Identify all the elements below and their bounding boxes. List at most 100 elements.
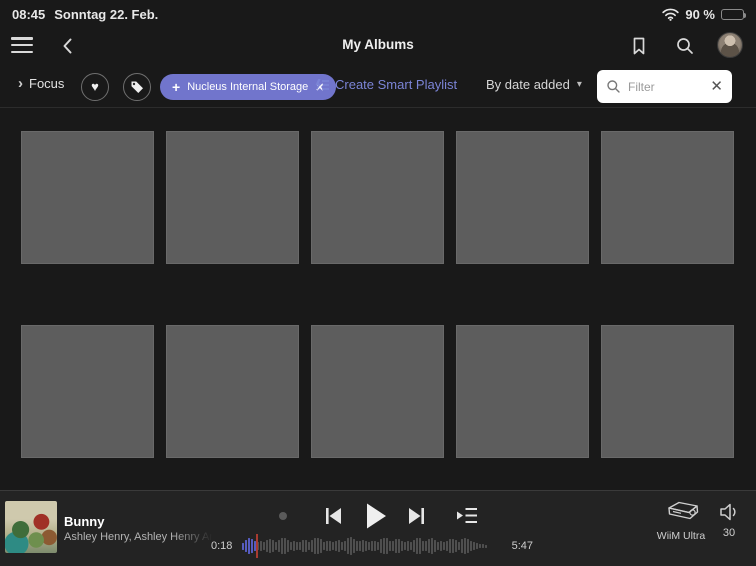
waveform-bar: [425, 541, 427, 550]
playback-mode-dot[interactable]: [279, 512, 287, 520]
filter-input[interactable]: [628, 80, 703, 94]
previous-track-icon[interactable]: [324, 506, 343, 526]
album-tile[interactable]: [311, 131, 444, 264]
album-tile[interactable]: [456, 325, 589, 458]
create-smart-playlist-button[interactable]: Create Smart Playlist: [314, 77, 457, 92]
waveform-bar: [434, 540, 436, 552]
track-title[interactable]: Bunny: [64, 514, 104, 529]
waveform-bar: [260, 541, 262, 550]
waveform-bar: [407, 541, 409, 550]
output-device-selector[interactable]: WiiM Ultra: [649, 500, 713, 542]
date: Sonntag 22. Feb.: [54, 7, 158, 22]
waveform-bar: [413, 540, 415, 552]
sort-dropdown[interactable]: By date added ▾: [486, 77, 582, 92]
album-tile[interactable]: [21, 131, 154, 264]
search-icon[interactable]: [674, 35, 696, 57]
waveform-bar: [398, 539, 400, 552]
waveform-bar: [401, 541, 403, 551]
waveform-bar: [359, 541, 361, 551]
waveform-bar: [371, 541, 373, 551]
waveform-bar: [362, 540, 364, 552]
waveform-bar: [326, 541, 328, 551]
album-tile[interactable]: [311, 325, 444, 458]
waveform-bar: [467, 539, 469, 553]
volume-control[interactable]: 30: [713, 502, 745, 539]
waveform-bar: [464, 538, 466, 555]
profile-avatar[interactable]: [717, 32, 743, 58]
sort-label: By date added: [486, 77, 570, 92]
smart-playlist-icon: [314, 78, 329, 92]
waveform-bar: [320, 539, 322, 552]
waveform-bar: [314, 538, 316, 554]
waveform-bar: [476, 543, 478, 549]
waveform-bar: [404, 542, 406, 550]
storage-filter-chip[interactable]: + Nucleus Internal Storage ✕: [160, 74, 336, 100]
focus-button[interactable]: › Focus: [18, 76, 64, 91]
next-track-icon[interactable]: [407, 506, 426, 526]
album-tile[interactable]: [601, 131, 734, 264]
waveform-bar: [317, 538, 319, 555]
bookmark-icon[interactable]: [628, 35, 650, 57]
waveform-bar: [263, 542, 265, 549]
waveform-bar: [392, 541, 394, 551]
album-tile[interactable]: [166, 131, 299, 264]
status-bar: 08:45 Sonntag 22. Feb. 90 %: [0, 0, 756, 28]
waveform-bar: [386, 538, 388, 553]
waveform-bar: [368, 542, 370, 549]
waveform-bar: [482, 544, 484, 548]
waveform-bar: [431, 538, 433, 553]
waveform-bar: [449, 539, 451, 552]
waveform-bar: [269, 539, 271, 553]
tag-icon: [130, 80, 144, 94]
track-artist[interactable]: Ashley Henry, Ashley Henry And T: [64, 531, 214, 543]
album-tile[interactable]: [21, 325, 154, 458]
waveform-bar: [248, 538, 250, 554]
waveform-bar: [473, 542, 475, 549]
waveform-bar: [443, 542, 445, 550]
output-device-icon: [661, 500, 701, 527]
waveform-seekbar[interactable]: [242, 535, 501, 557]
chevron-right-icon: ›: [18, 76, 23, 91]
waveform-bar: [266, 540, 268, 552]
clear-filter-icon[interactable]: ✕: [710, 79, 723, 94]
waveform-bar: [329, 541, 331, 552]
waveform-bar: [419, 538, 421, 553]
tags-filter-button[interactable]: [123, 73, 151, 101]
waveform-bar: [338, 540, 340, 551]
storage-chip-label: Nucleus Internal Storage: [187, 81, 308, 93]
waveform-bar: [389, 541, 391, 551]
battery-percent: 90 %: [685, 7, 715, 22]
play-icon[interactable]: [364, 502, 388, 530]
waveform-bar: [341, 542, 343, 551]
waveform-bar: [311, 540, 313, 552]
album-tile[interactable]: [166, 325, 299, 458]
waveform-bar: [428, 539, 430, 553]
volume-value: 30: [713, 527, 745, 539]
waveform-bar: [242, 543, 244, 550]
wifi-icon: [662, 8, 679, 21]
waveform-bar: [470, 541, 472, 551]
waveform-bar: [437, 542, 439, 550]
now-playing-artwork[interactable]: [5, 501, 57, 553]
waveform-bar: [332, 542, 334, 550]
waveform-bar: [356, 541, 358, 550]
favorites-filter-button[interactable]: ♥: [81, 73, 109, 101]
waveform-bar: [284, 538, 286, 554]
toolbar: › Focus ♥ + Nucleus Internal Storage ✕ C…: [0, 66, 756, 107]
album-tile[interactable]: [456, 131, 589, 264]
waveform-bar: [290, 542, 292, 549]
plus-icon: +: [172, 79, 180, 95]
album-tile[interactable]: [601, 325, 734, 458]
waveform-bar: [440, 541, 442, 550]
waveform-bar: [380, 539, 382, 553]
waveform-bar: [323, 542, 325, 550]
waveform-bar: [377, 542, 379, 551]
total-time: 5:47: [512, 540, 533, 552]
progress-row: 0:18 5:47: [211, 534, 533, 558]
waveform-bar: [302, 540, 304, 552]
queue-icon[interactable]: [456, 507, 478, 524]
waveform-bar: [347, 538, 349, 553]
playhead[interactable]: [256, 534, 258, 558]
focus-label: Focus: [29, 76, 64, 91]
waveform-bar: [272, 540, 274, 553]
